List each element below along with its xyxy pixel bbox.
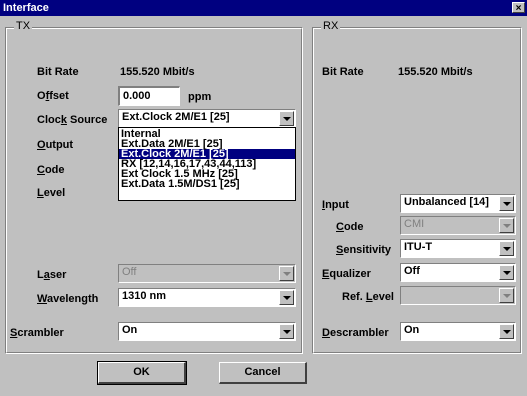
offset-input[interactable]: 0.000: [118, 86, 180, 106]
tx-code-label: Code: [37, 164, 65, 176]
equalizer-dropdown-button[interactable]: [499, 265, 514, 280]
scrambler-label: Scrambler: [10, 327, 64, 339]
ref-level-dropdown-button: [499, 288, 514, 303]
interface-dialog: Interface × TX Bit Rate 155.520 Mbit/s O…: [0, 0, 527, 396]
tx-clock-source-label: Clock Source: [37, 114, 108, 126]
rx-input-label: Input: [322, 199, 349, 211]
chevron-down-icon: [502, 246, 511, 251]
sensitivity-dropdown-button[interactable]: [499, 241, 514, 256]
equalizer-selected: Off: [404, 265, 420, 277]
sensitivity-select[interactable]: ITU-T: [400, 239, 516, 258]
ref-level-select: [400, 286, 516, 305]
rx-bit-rate-value: 155.520 Mbit/s: [398, 66, 473, 78]
close-icon[interactable]: ×: [512, 2, 525, 14]
chevron-down-icon: [282, 116, 291, 121]
clock-source-option[interactable]: Ext.Data 1.5M/DS1 [25]: [119, 179, 295, 190]
ref-level-label: Ref. Level: [342, 291, 394, 303]
laser-label: Laser: [37, 269, 67, 281]
chevron-down-icon: [502, 201, 511, 206]
chevron-down-icon: [502, 329, 511, 334]
sensitivity-selected: ITU-T: [404, 241, 433, 253]
ok-button[interactable]: OK: [97, 361, 187, 385]
clock-source-list: Internal Ext.Data 2M/E1 [25] Ext.Clock 2M/…: [118, 127, 296, 201]
rx-input-select[interactable]: Unbalanced [14]: [400, 194, 516, 213]
rx-code-select: CMI: [400, 216, 516, 235]
offset-input-value: 0.000: [123, 90, 151, 102]
rx-code-selected: CMI: [404, 218, 425, 230]
chevron-down-icon: [502, 293, 511, 298]
chevron-down-icon: [282, 295, 291, 300]
offset-unit: ppm: [188, 91, 212, 103]
rx-code-label: Code: [336, 221, 364, 233]
rx-group-legend: RX: [321, 20, 341, 32]
clock-source-select[interactable]: Ext.Clock 2M/E1 [25]: [118, 109, 296, 128]
descrambler-select[interactable]: On: [400, 322, 516, 341]
equalizer-label: Equalizer: [322, 268, 371, 280]
tx-group-legend: TX: [14, 20, 33, 32]
tx-level-label: Level: [37, 187, 66, 199]
scrambler-select[interactable]: On: [118, 322, 296, 341]
tx-bit-rate-label: Bit Rate: [37, 66, 79, 78]
rx-code-dropdown-button: [499, 218, 514, 233]
title-bar: Interface ×: [0, 0, 527, 16]
laser-dropdown-button: [279, 266, 294, 281]
rx-input-selected: Unbalanced [14]: [404, 196, 489, 208]
wavelength-dropdown-button[interactable]: [279, 290, 294, 305]
chevron-down-icon: [502, 223, 511, 228]
chevron-down-icon: [502, 270, 511, 275]
clock-source-selected: Ext.Clock 2M/E1 [25]: [122, 111, 230, 123]
clock-source-dropdown-button[interactable]: [279, 111, 294, 126]
laser-selected: Off: [122, 266, 137, 278]
scrambler-dropdown-button[interactable]: [279, 324, 294, 339]
sensitivity-label: Sensitivity: [336, 244, 392, 256]
scrambler-selected: On: [122, 324, 138, 336]
tx-offset-label: Offset: [37, 90, 69, 102]
chevron-down-icon: [282, 271, 291, 276]
equalizer-select[interactable]: Off: [400, 263, 516, 282]
descrambler-dropdown-button[interactable]: [499, 324, 514, 339]
tx-bit-rate-value: 155.520 Mbit/s: [120, 66, 195, 78]
rx-input-dropdown-button[interactable]: [499, 196, 514, 211]
tx-output-label: Output: [37, 139, 74, 151]
wavelength-selected: 1310 nm: [122, 290, 167, 302]
descrambler-label: Descrambler: [322, 327, 389, 339]
chevron-down-icon: [282, 329, 291, 334]
rx-bit-rate-label: Bit Rate: [322, 66, 364, 78]
window-title: Interface: [3, 2, 49, 14]
wavelength-select[interactable]: 1310 nm: [118, 288, 296, 307]
cancel-button[interactable]: Cancel: [219, 362, 307, 384]
descrambler-selected: On: [404, 324, 420, 336]
wavelength-label: Wavelength: [37, 293, 99, 305]
laser-select: Off: [118, 264, 296, 283]
